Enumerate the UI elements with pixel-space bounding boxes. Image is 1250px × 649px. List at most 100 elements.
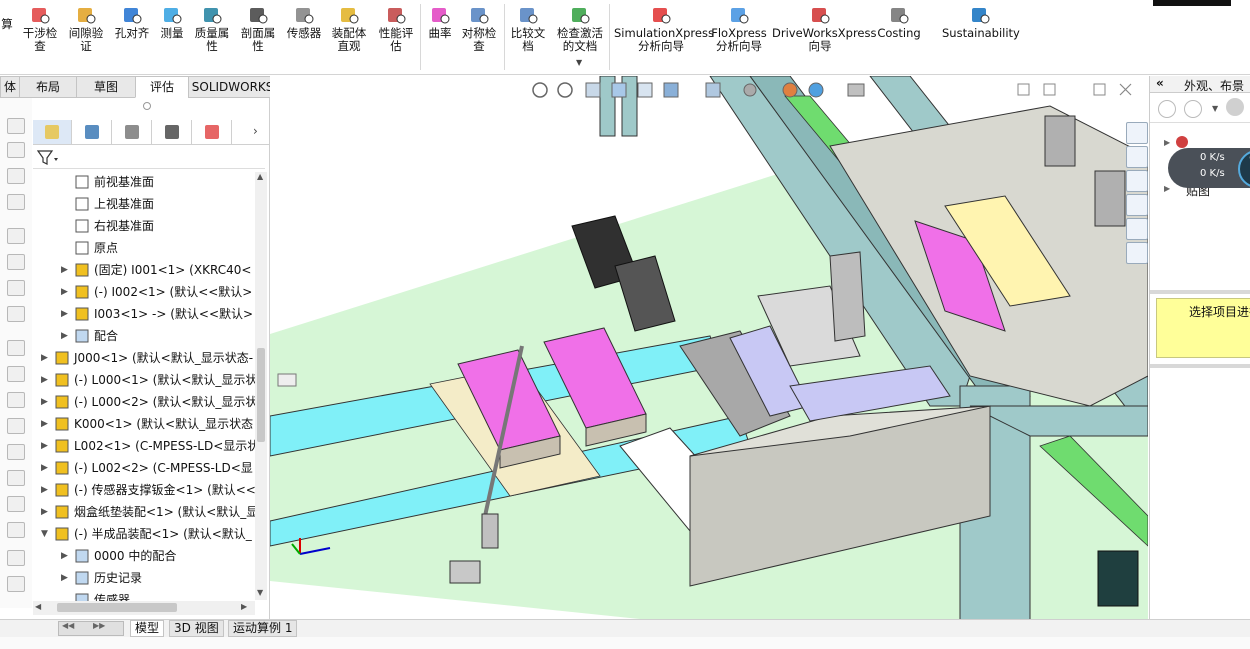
expand-arrow-icon[interactable]: ▶ <box>61 260 71 280</box>
scroll-up-icon[interactable]: ▲ <box>257 172 263 181</box>
tree-item[interactable]: ▶ (-) L002<2> (C-MPESS-LD<显 <box>33 458 255 478</box>
forward-icon[interactable] <box>1184 100 1202 118</box>
tool-icon[interactable] <box>7 496 25 512</box>
expand-arrow-icon[interactable]: ▶ <box>41 480 51 500</box>
zoom-to-area-icon[interactable] <box>557 82 573 98</box>
view-orientation-icon[interactable] <box>663 82 679 98</box>
tree-item[interactable]: ▶ I003<1> -> (默认<<默认> <box>33 304 255 324</box>
expand-arrow-icon[interactable]: ▶ <box>61 282 71 302</box>
section-properties-button[interactable]: 剖面属 性 <box>238 2 278 53</box>
tool-icon[interactable] <box>7 280 25 296</box>
expand-arrow-icon[interactable]: ▶ <box>1164 138 1170 147</box>
tree-item[interactable]: ▶ (固定) I001<1> (XKRC40< <box>33 260 255 280</box>
expand-arrow-icon[interactable]: ▶ <box>61 568 71 588</box>
dimxpert-manager-icon[interactable] <box>153 120 192 144</box>
expand-arrow-icon[interactable]: ▶ <box>41 348 51 368</box>
tree-item[interactable]: ▶ (-) I002<1> (默认<<默认> <box>33 282 255 302</box>
tree-item[interactable]: 原点 <box>33 238 255 258</box>
close-icon[interactable] <box>1119 83 1132 96</box>
command-tab[interactable]: 布局 <box>19 76 77 98</box>
expand-arrow-icon[interactable]: ▶ <box>41 436 51 456</box>
assembly-visualization-button[interactable]: 装配体 直观 <box>328 2 370 53</box>
section-view-icon[interactable] <box>611 82 627 98</box>
last-tab-icon[interactable]: ▶▶ <box>93 621 105 630</box>
feature-manager-tree-icon[interactable] <box>33 120 72 144</box>
view-palette-icon[interactable] <box>1126 194 1148 216</box>
apply-scene-icon[interactable] <box>808 82 824 98</box>
sustainability-button[interactable]: Sustainability <box>942 2 1020 40</box>
tree-item[interactable]: 上视基准面 <box>33 194 255 214</box>
tool-icon[interactable] <box>7 118 25 134</box>
tree-item[interactable]: ▶ (-) L000<2> (默认<默认_显示状 <box>33 392 255 412</box>
tool-icon[interactable] <box>7 168 25 184</box>
tool-icon[interactable] <box>7 550 25 566</box>
window-maximize-icon[interactable] <box>1093 83 1106 96</box>
command-tab[interactable]: 草图 <box>76 76 136 98</box>
tree-item[interactable]: ▶ 烟盒纸垫装配<1> (默认<默认_显 <box>33 502 255 522</box>
scroll-left-icon[interactable]: ◀ <box>35 602 41 611</box>
expand-arrow-icon[interactable]: ▶ <box>41 502 51 522</box>
tool-icon[interactable] <box>7 228 25 244</box>
panel-grip-icon[interactable] <box>143 102 151 110</box>
filter-icon[interactable] <box>37 149 61 167</box>
expand-arrow-icon[interactable]: ▶ <box>41 370 51 390</box>
custom-properties-icon[interactable] <box>1126 242 1148 264</box>
tree-item[interactable]: ▶ L002<1> (C-MPESS-LD<显示状 <box>33 436 255 456</box>
tree-item[interactable]: ▶ 0000 中的配合 <box>33 546 255 566</box>
design-library-icon[interactable] <box>1126 146 1148 168</box>
interference-check-button[interactable]: 干涉检 查 <box>20 2 60 53</box>
tree-item[interactable]: 右视基准面 <box>33 216 255 236</box>
tool-icon[interactable] <box>7 576 25 592</box>
clearance-verification-button[interactable]: 间隙验 证 <box>66 2 106 53</box>
command-tab[interactable]: 评估 <box>135 76 189 98</box>
tool-icon[interactable] <box>7 194 25 210</box>
appearances-folder-icon[interactable] <box>1176 136 1188 148</box>
tree-horizontal-scrollbar[interactable]: ◀ ▶ <box>33 601 255 615</box>
curvature-button[interactable]: 曲率 <box>423 2 457 40</box>
costing-button[interactable]: Costing <box>874 2 924 40</box>
display-manager-icon[interactable] <box>193 120 232 144</box>
expand-arrow-icon[interactable]: ▶ <box>61 304 71 324</box>
dynamic-annotation-icon[interactable] <box>637 82 653 98</box>
tree-item[interactable]: ▶ J000<1> (默认<默认_显示状态- <box>33 348 255 368</box>
tree-item[interactable]: ▶ 配合 <box>33 326 255 346</box>
compare-documents-button[interactable]: 比较文 档 <box>508 2 548 53</box>
tool-icon[interactable] <box>7 254 25 270</box>
tool-icon[interactable] <box>7 522 25 538</box>
model-view-tab[interactable]: 运动算例 1 <box>228 620 298 637</box>
window-tile-icon[interactable] <box>1043 83 1056 96</box>
tool-icon[interactable] <box>7 306 25 322</box>
view-cube-icon[interactable] <box>277 373 297 387</box>
scrollbar-thumb[interactable] <box>257 348 265 442</box>
file-explorer-icon[interactable] <box>1126 170 1148 192</box>
chevron-right-icon[interactable]: › <box>253 124 258 138</box>
command-tab[interactable]: 体 <box>0 76 20 98</box>
property-manager-icon[interactable] <box>73 120 112 144</box>
tree-item[interactable]: ▶ 历史记录 <box>33 568 255 588</box>
graphics-area[interactable] <box>270 76 1148 620</box>
tree-item[interactable]: ▶ (-) L000<1> (默认<默认_显示状 <box>33 370 255 390</box>
scroll-right-icon[interactable]: ▶ <box>241 602 247 611</box>
scroll-down-icon[interactable]: ▼ <box>257 588 263 597</box>
tree-vertical-scrollbar[interactable]: ▲ ▼ <box>255 172 267 600</box>
model-view-tab[interactable]: 3D 视图 <box>169 620 224 637</box>
display-style-icon[interactable] <box>705 82 721 98</box>
tool-icon[interactable] <box>7 470 25 486</box>
collapse-arrow-icon[interactable]: ▼ <box>41 524 51 544</box>
sensor-button[interactable]: 传感器 <box>284 2 324 40</box>
tree-item[interactable]: ▶ (-) 传感器支撑钣金<1> (默认<< <box>33 480 255 500</box>
tab-scroll-buttons[interactable]: ◀◀ ▶▶ <box>58 621 124 636</box>
floxpress-button[interactable]: FloXpress 分析向导 <box>711 2 767 53</box>
expand-arrow-icon[interactable]: ▶ <box>41 392 51 412</box>
home-icon[interactable] <box>1126 122 1148 144</box>
edit-appearance-icon[interactable] <box>782 82 798 98</box>
splitter[interactable] <box>1150 290 1250 294</box>
collapse-icon[interactable]: « <box>1156 76 1164 90</box>
tree-item[interactable]: 前视基准面 <box>33 172 255 192</box>
performance-evaluation-button[interactable]: 性能评 估 <box>376 2 416 53</box>
splitter[interactable] <box>1150 364 1250 368</box>
expand-arrow-icon[interactable]: ▶ <box>61 546 71 566</box>
simulationxpress-button[interactable]: SimulationXpress 分析向导 <box>614 2 714 53</box>
tool-icon[interactable] <box>7 366 25 382</box>
tool-icon[interactable] <box>7 392 25 408</box>
